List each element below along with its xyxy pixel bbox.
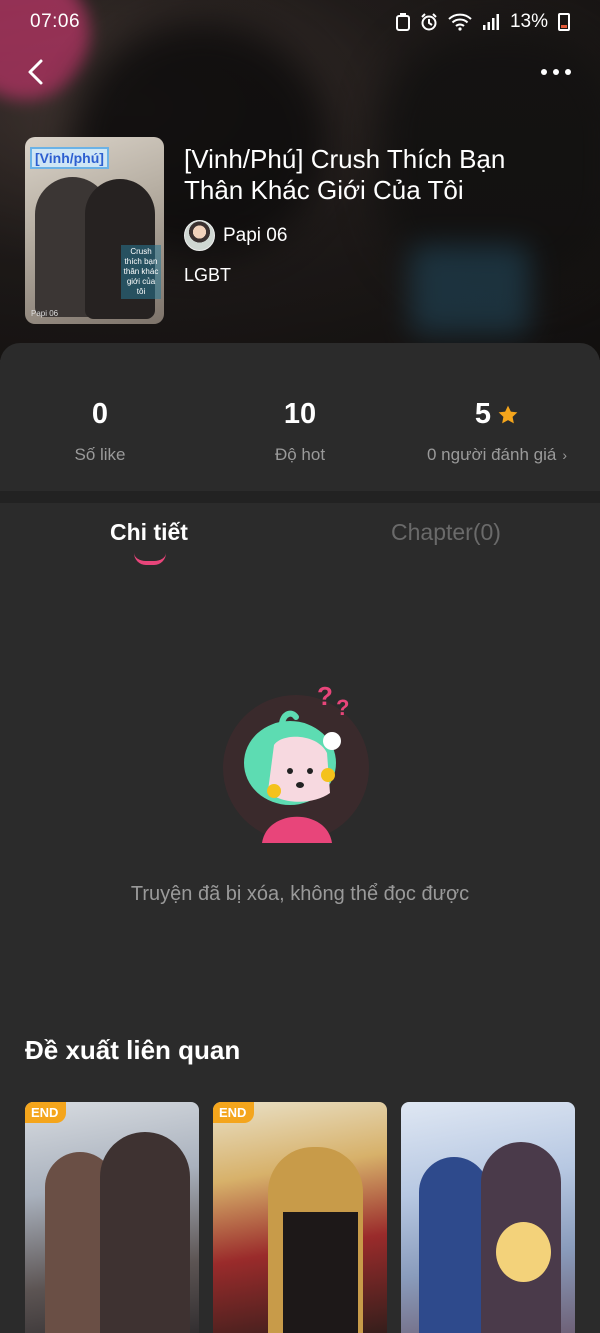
cover-author: Papi 06 <box>31 309 59 318</box>
tab-chapters[interactable]: Chapter(0) <box>391 519 501 546</box>
alarm-icon <box>421 13 437 31</box>
more-options-button[interactable] <box>534 54 578 90</box>
more-dot-icon <box>553 69 559 75</box>
cover-title: Crush thích bạn thân khác giới của tôi <box>121 245 161 299</box>
status-bar: 07:06 13% <box>0 0 600 44</box>
author-link[interactable]: Papi 06 <box>184 220 287 251</box>
recommendations-list: END END <box>25 1102 585 1333</box>
recommendations-title: Đề xuất liên quan <box>25 1035 241 1065</box>
end-badge: END <box>213 1102 255 1123</box>
battery-percent: 13% <box>509 11 548 32</box>
svg-text:?: ? <box>336 695 349 720</box>
battery-icon <box>558 13 570 31</box>
stats-row: 0 Số like 10 Độ hot 5 0 người đánh giá › <box>0 343 600 491</box>
top-nav <box>0 50 600 94</box>
back-button[interactable] <box>18 54 54 90</box>
star-icon <box>498 405 518 423</box>
recommendation-card[interactable] <box>401 1102 575 1333</box>
tab-active-indicator <box>134 553 166 565</box>
confused-character-icon: ? ? <box>223 683 369 843</box>
end-badge: END <box>25 1102 67 1123</box>
hot-value: 10 <box>283 398 317 430</box>
hot-label: Độ hot <box>274 445 326 464</box>
recommendation-card[interactable]: END <box>25 1102 199 1333</box>
stat-rating[interactable]: 5 0 người đánh giá › <box>397 398 597 465</box>
chevron-right-icon: › <box>562 447 567 463</box>
book-cover[interactable]: [Vinh/phú] Crush thích bạn thân khác giớ… <box>25 137 164 324</box>
rating-label: 0 người đánh giá <box>426 445 557 464</box>
stat-likes: 0 Số like <box>0 398 200 465</box>
svg-text:?: ? <box>317 683 333 711</box>
more-dot-icon <box>541 69 547 75</box>
likes-label: Số like <box>74 445 126 464</box>
author-avatar <box>184 220 215 251</box>
chevron-left-icon <box>28 59 43 85</box>
signal-icon <box>482 14 499 30</box>
likes-value: 0 <box>91 398 109 430</box>
more-dot-icon <box>565 69 571 75</box>
cover-tag: [Vinh/phú] <box>30 147 109 169</box>
recommendation-card[interactable]: END <box>213 1102 387 1333</box>
book-title: [Vinh/Phú] Crush Thích Bạn Thân Khác Giớ… <box>184 144 506 205</box>
rating-value: 5 <box>474 398 492 430</box>
empty-message: Truyện đã bị xóa, không thể đọc được <box>130 883 470 905</box>
notification-icon <box>395 13 410 31</box>
wifi-icon <box>448 13 472 31</box>
tab-detail[interactable]: Chi tiết <box>110 519 188 546</box>
genre-label: LGBT <box>184 265 232 285</box>
status-time: 07:06 <box>30 11 81 32</box>
author-name: Papi 06 <box>223 224 288 246</box>
section-divider <box>0 491 600 503</box>
stat-hot: 10 Độ hot <box>200 398 400 465</box>
content-panel: 0 Số like 10 Độ hot 5 0 người đánh giá › … <box>0 343 600 1333</box>
tab-bar: Chi tiết Chapter(0) <box>0 503 600 583</box>
